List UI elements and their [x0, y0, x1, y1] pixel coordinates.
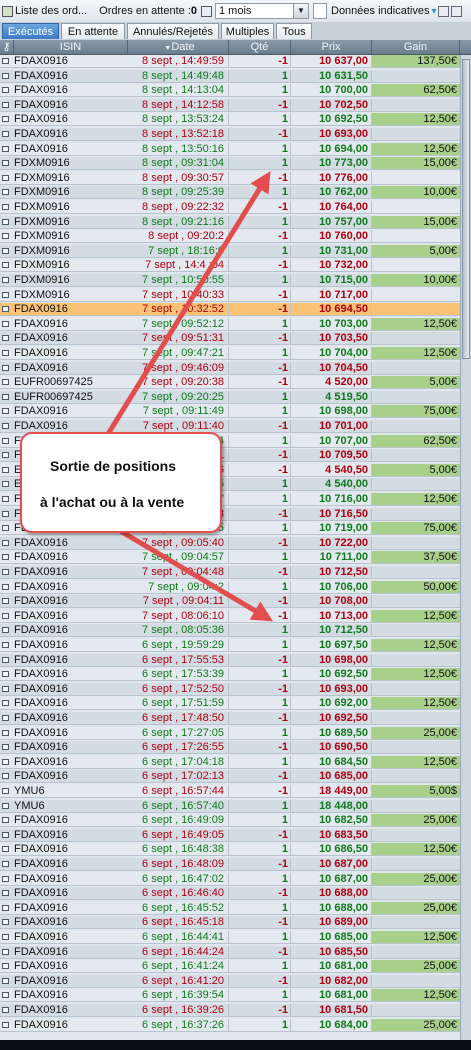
arrow-up-icon	[97, 171, 271, 450]
annotation-callout: Sortie de positions à l'achat ou à la ve…	[20, 432, 222, 533]
orders-window: Liste des ord... Ordres en attente : 0 1…	[0, 0, 471, 1050]
callout-line-1: Sortie de positions	[50, 458, 177, 474]
callout-line-2: à l'achat ou à la vente	[40, 494, 185, 510]
